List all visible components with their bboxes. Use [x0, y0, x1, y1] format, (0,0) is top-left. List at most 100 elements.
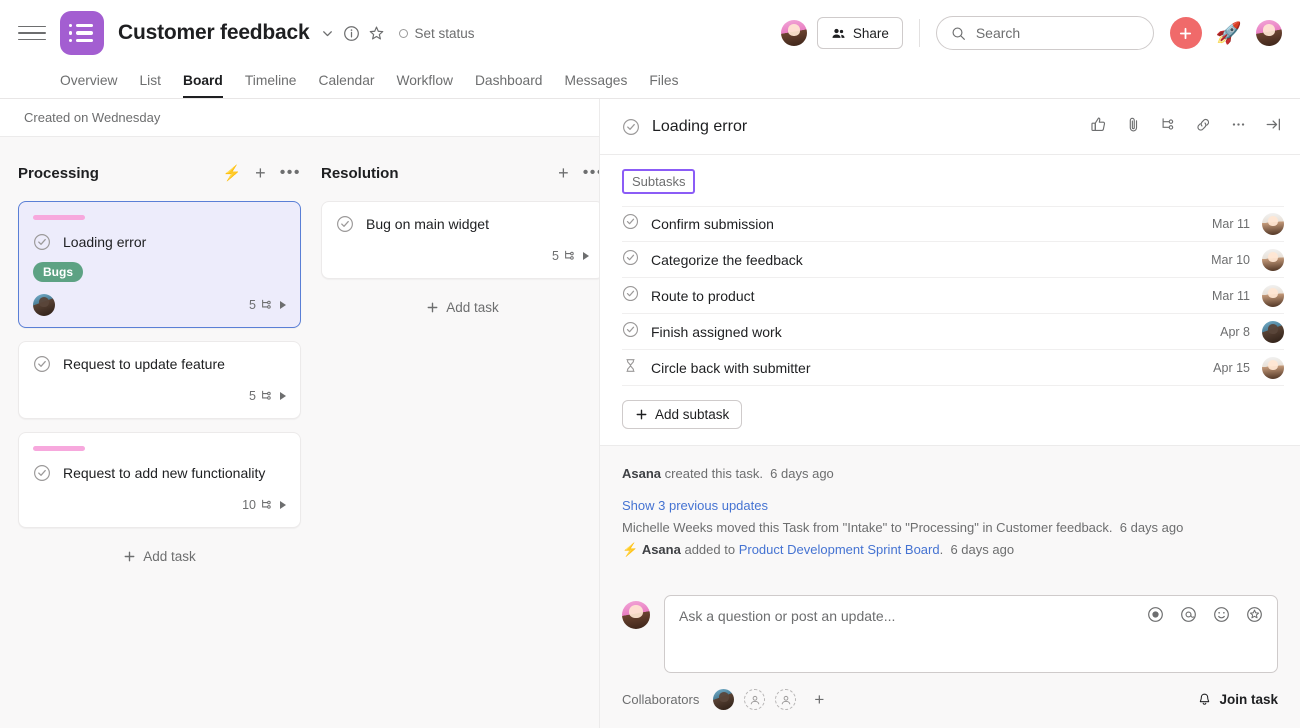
- subtask-row[interactable]: Confirm submission Mar 11: [622, 206, 1284, 242]
- tab-board[interactable]: Board: [183, 73, 223, 98]
- task-detail-panel: Loading error: [600, 99, 1300, 728]
- card-footer: 10: [33, 494, 286, 516]
- collaborator-placeholder-icon[interactable]: [775, 689, 796, 710]
- sticker-icon[interactable]: [1246, 606, 1263, 628]
- show-previous-updates-link[interactable]: Show 3 previous updates: [622, 496, 1278, 516]
- card-subtask-count[interactable]: 5: [249, 298, 286, 312]
- info-circle-icon[interactable]: [343, 25, 360, 42]
- activity-added: ⚡ Asana added to Product Development Spr…: [622, 540, 1278, 560]
- mention-icon[interactable]: [1180, 606, 1197, 628]
- subtask-icon[interactable]: [1160, 116, 1177, 138]
- avatar[interactable]: [1262, 357, 1284, 379]
- add-task-icon[interactable]: +: [255, 164, 266, 182]
- subtask-due-date[interactable]: Mar 10: [1211, 253, 1250, 267]
- card-subtask-count[interactable]: 5: [552, 249, 589, 263]
- subtask-row[interactable]: Categorize the feedback Mar 10: [622, 242, 1284, 278]
- card-title-row: Loading error: [33, 233, 286, 251]
- subtask-row[interactable]: Route to product Mar 11: [622, 278, 1284, 314]
- tab-timeline[interactable]: Timeline: [245, 73, 297, 98]
- card-subtask-count[interactable]: 10: [242, 498, 286, 512]
- more-icon[interactable]: [1230, 116, 1247, 138]
- column-more-icon[interactable]: •••: [280, 168, 301, 178]
- hamburger-icon[interactable]: [18, 19, 46, 47]
- card-title: Request to add new functionality: [63, 465, 265, 481]
- card-subtask-count[interactable]: 5: [249, 389, 286, 403]
- subtask-name: Finish assigned work: [651, 324, 782, 340]
- asana-app: Customer feedback Set status Share Searc…: [0, 0, 1300, 728]
- plus-icon: [123, 550, 136, 563]
- add-subtask-label: Add subtask: [655, 407, 729, 422]
- complete-check-icon[interactable]: [622, 118, 640, 136]
- collapse-icon[interactable]: [1265, 116, 1282, 138]
- rocket-icon[interactable]: 🚀: [1216, 23, 1242, 44]
- automation-bolt-icon[interactable]: ⚡: [222, 164, 241, 182]
- tab-calendar[interactable]: Calendar: [318, 73, 374, 98]
- join-task-button[interactable]: Join task: [1197, 692, 1278, 707]
- avatar[interactable]: [781, 20, 807, 46]
- complete-check-icon[interactable]: [336, 215, 354, 233]
- star-icon[interactable]: [368, 25, 385, 42]
- subtask-due-date[interactable]: Mar 11: [1212, 217, 1250, 231]
- plus-icon: [426, 301, 439, 314]
- tab-dashboard[interactable]: Dashboard: [475, 73, 543, 98]
- card-title: Request to update feature: [63, 356, 225, 372]
- card-tag[interactable]: Bugs: [33, 262, 83, 282]
- project-list-icon[interactable]: [60, 11, 104, 55]
- add-subtask-button[interactable]: Add subtask: [622, 400, 742, 429]
- link-icon[interactable]: [1195, 116, 1212, 138]
- set-status-label: Set status: [415, 26, 475, 41]
- set-status-button[interactable]: Set status: [399, 26, 475, 41]
- expand-triangle-icon: [280, 301, 286, 309]
- chevron-down-icon[interactable]: [320, 26, 335, 41]
- task-card[interactable]: Request to update feature 5: [18, 341, 301, 419]
- comment-input[interactable]: Ask a question or post an update...: [664, 595, 1278, 673]
- add-task-button[interactable]: Add task: [321, 292, 599, 323]
- subtask-due-date[interactable]: Apr 15: [1213, 361, 1250, 375]
- task-card[interactable]: Bug on main widget 5: [321, 201, 599, 279]
- attachment-icon[interactable]: [1125, 116, 1142, 138]
- complete-check-icon[interactable]: [622, 285, 639, 307]
- avatar[interactable]: [1262, 285, 1284, 307]
- collaborator-placeholder-icon[interactable]: [744, 689, 765, 710]
- task-card[interactable]: Request to add new functionality 10: [18, 432, 301, 528]
- subtask-row[interactable]: Circle back with submitter Apr 15: [622, 350, 1284, 386]
- tab-messages[interactable]: Messages: [564, 73, 627, 98]
- activity-project-link[interactable]: Product Development Sprint Board: [739, 542, 940, 557]
- subtask-count-value: 5: [249, 298, 256, 312]
- tab-workflow[interactable]: Workflow: [396, 73, 452, 98]
- search-input[interactable]: Search: [936, 16, 1154, 50]
- tab-files[interactable]: Files: [649, 73, 678, 98]
- emoji-icon[interactable]: [1213, 606, 1230, 628]
- subtask-row[interactable]: Finish assigned work Apr 8: [622, 314, 1284, 350]
- complete-check-icon[interactable]: [33, 355, 51, 373]
- complete-check-icon[interactable]: [622, 249, 639, 271]
- avatar[interactable]: [713, 689, 734, 710]
- avatar[interactable]: [622, 601, 650, 629]
- avatar[interactable]: [33, 294, 55, 316]
- complete-check-icon[interactable]: [622, 213, 639, 235]
- create-button[interactable]: [1170, 17, 1202, 49]
- avatar[interactable]: [1256, 20, 1282, 46]
- avatar[interactable]: [1262, 321, 1284, 343]
- subtask-due-date[interactable]: Apr 8: [1220, 325, 1250, 339]
- complete-check-icon[interactable]: [33, 464, 51, 482]
- column-actions: ⚡ + •••: [222, 164, 301, 182]
- tab-overview[interactable]: Overview: [60, 73, 118, 98]
- card-title-row: Bug on main widget: [336, 215, 589, 233]
- task-card[interactable]: Loading error Bugs 5: [18, 201, 301, 328]
- record-icon[interactable]: [1147, 606, 1164, 628]
- complete-check-icon[interactable]: [622, 321, 639, 343]
- avatar[interactable]: [1262, 249, 1284, 271]
- add-collaborator-button[interactable]: +: [814, 691, 824, 708]
- subtask-due-date[interactable]: Mar 11: [1212, 289, 1250, 303]
- tab-list[interactable]: List: [140, 73, 161, 98]
- complete-check-icon[interactable]: [33, 233, 51, 251]
- subtasks-heading[interactable]: Subtasks: [622, 169, 695, 194]
- avatar[interactable]: [1262, 213, 1284, 235]
- hourglass-icon[interactable]: [622, 357, 639, 379]
- add-task-button[interactable]: Add task: [18, 541, 301, 572]
- add-task-icon[interactable]: +: [558, 164, 569, 182]
- column-more-icon[interactable]: •••: [583, 168, 599, 178]
- like-icon[interactable]: [1090, 116, 1107, 138]
- share-button[interactable]: Share: [817, 17, 903, 49]
